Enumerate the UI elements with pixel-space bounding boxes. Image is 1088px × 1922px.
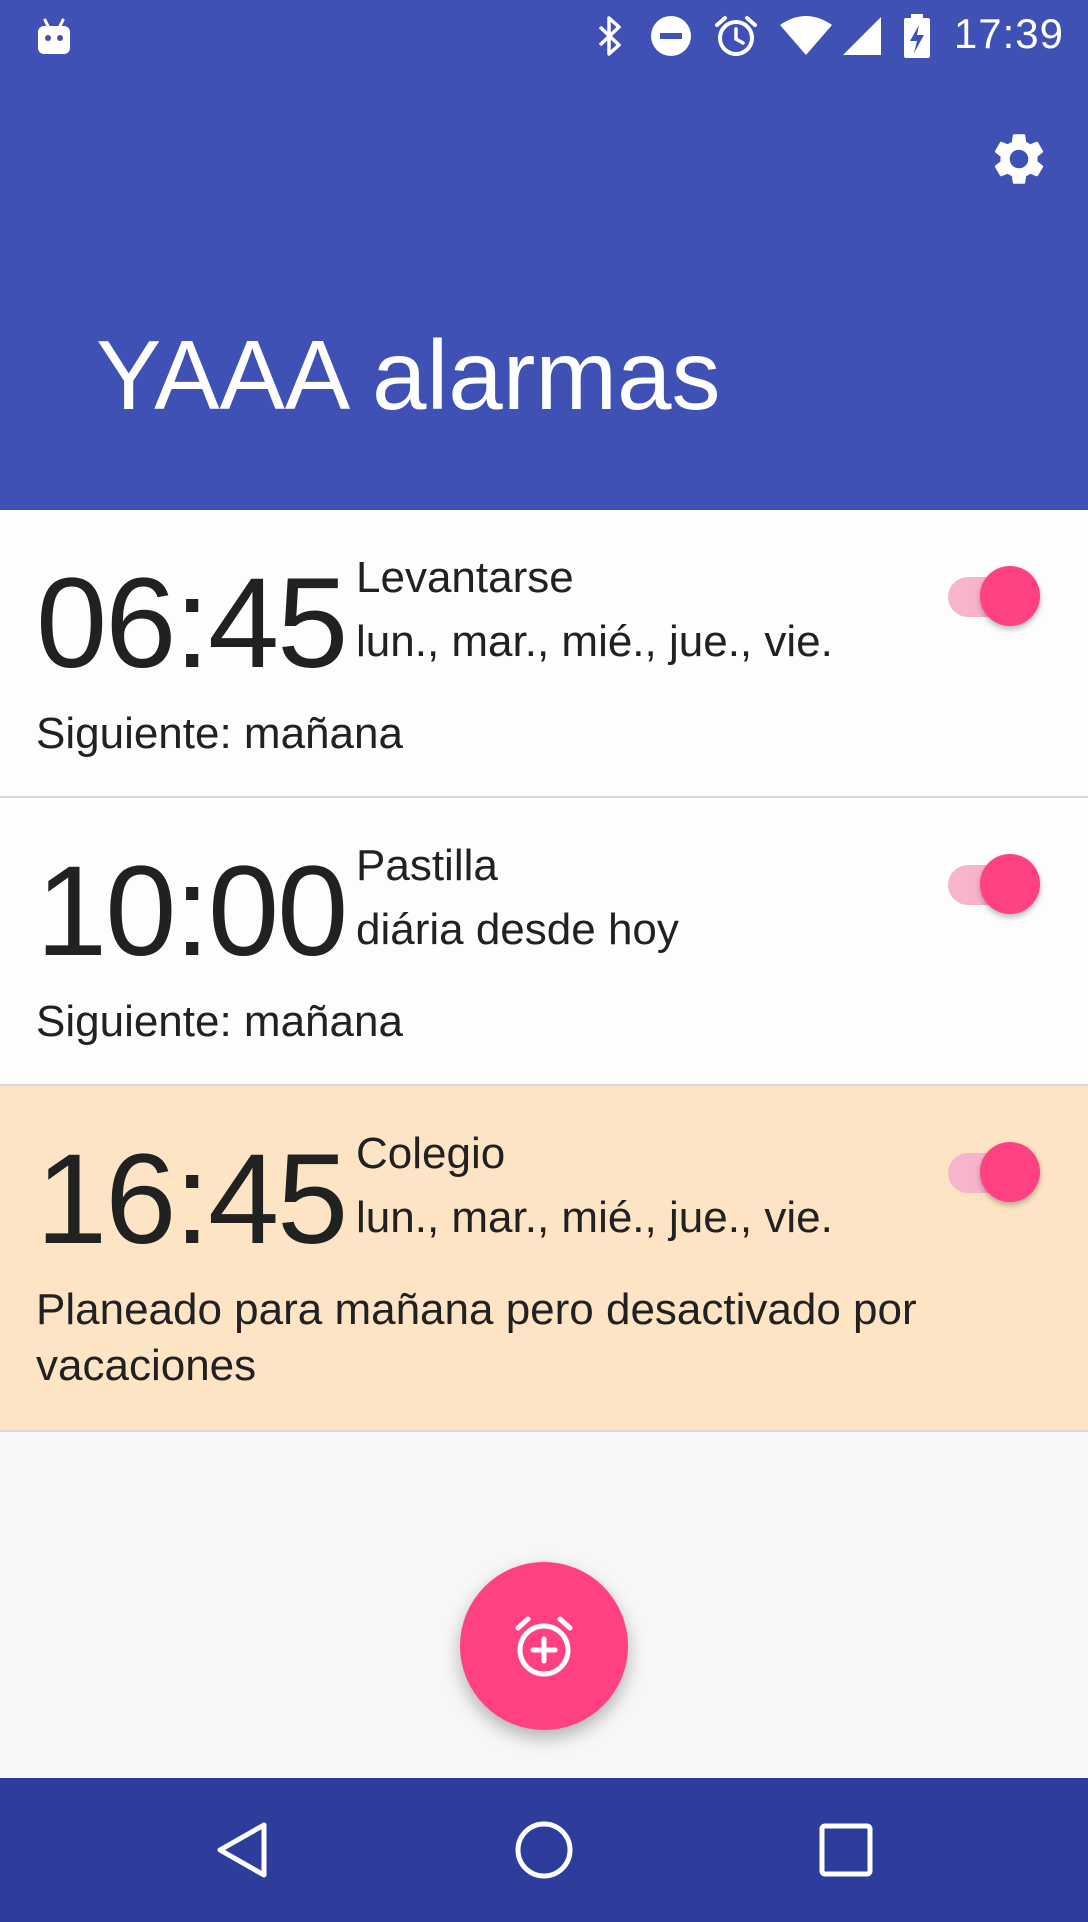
alarm-row-vacation[interactable]: 16:45 Colegio lun., mar., mié., jue., vi… xyxy=(0,1086,1088,1432)
alarm-enable-toggle[interactable] xyxy=(944,556,1040,626)
status-bar: 17:39 xyxy=(0,0,1088,74)
navigation-bar xyxy=(0,1778,1088,1922)
app-title: YAAA alarmas xyxy=(96,320,721,430)
alarm-time: 16:45 xyxy=(36,1128,348,1271)
android-icon xyxy=(34,14,74,58)
battery-charging-icon xyxy=(900,14,934,58)
bluetooth-icon xyxy=(592,14,628,58)
alarm-icon xyxy=(712,14,760,58)
wifi-icon xyxy=(778,14,834,58)
back-button[interactable] xyxy=(192,1800,292,1900)
alarm-label: Pastilla xyxy=(356,841,498,890)
add-alarm-button[interactable] xyxy=(460,1562,628,1730)
alarm-days: diária desde hoy xyxy=(356,905,679,954)
alarm-label: Colegio xyxy=(356,1129,506,1178)
alarm-enable-toggle[interactable] xyxy=(944,844,1040,914)
alarm-time: 06:45 xyxy=(36,552,348,695)
alarm-label: Levantarse xyxy=(356,553,574,602)
recents-button[interactable] xyxy=(796,1800,896,1900)
settings-button[interactable] xyxy=(984,124,1054,194)
alarm-next-info: Siguiente: mañana xyxy=(36,997,403,1046)
toggle-thumb xyxy=(980,1142,1040,1202)
app-bar: 17:39 YAAA alarmas xyxy=(0,0,1088,510)
do-not-disturb-icon xyxy=(648,14,694,58)
back-icon xyxy=(217,1822,267,1878)
alarm-list: 06:45 Levantarse lun., mar., mié., jue.,… xyxy=(0,510,1088,1432)
alarm-row[interactable]: 10:00 Pastilla diária desde hoy Siguient… xyxy=(0,798,1088,1086)
home-button[interactable] xyxy=(494,1800,594,1900)
alarm-enable-toggle[interactable] xyxy=(944,1132,1040,1202)
toggle-thumb xyxy=(980,566,1040,626)
alarm-days: lun., mar., mié., jue., vie. xyxy=(356,1193,833,1242)
screen: 17:39 YAAA alarmas 06:45 Levantarse lun.… xyxy=(0,0,1088,1922)
status-time: 17:39 xyxy=(953,10,1064,57)
alarm-next-info: Planeado para mañana pero desactivado po… xyxy=(36,1285,917,1390)
home-icon xyxy=(515,1821,573,1879)
gear-icon xyxy=(994,134,1044,184)
signal-icon xyxy=(838,14,884,58)
add-alarm-icon xyxy=(515,1616,573,1677)
toggle-thumb xyxy=(980,854,1040,914)
alarm-time: 10:00 xyxy=(36,840,348,983)
alarm-row[interactable]: 06:45 Levantarse lun., mar., mié., jue.,… xyxy=(0,510,1088,798)
alarm-days: lun., mar., mié., jue., vie. xyxy=(356,617,833,666)
alarm-next-info: Siguiente: mañana xyxy=(36,709,403,758)
recents-icon xyxy=(819,1823,873,1877)
